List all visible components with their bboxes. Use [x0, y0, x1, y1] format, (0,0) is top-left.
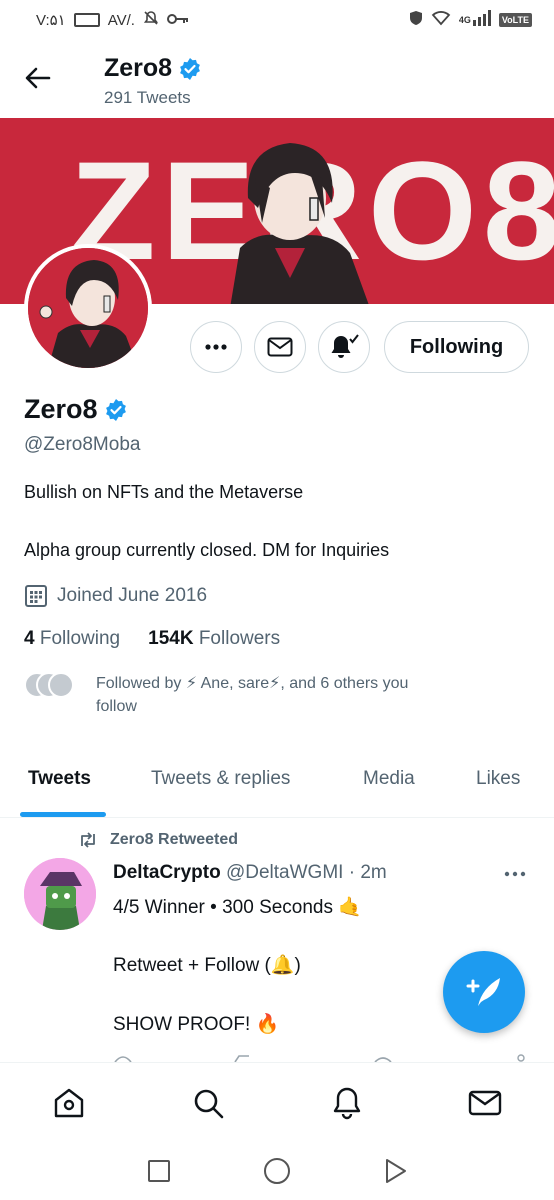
nav-home[interactable] [51, 1085, 87, 1121]
followers-label: Followers [198, 628, 281, 649]
tab-likes[interactable]: Likes [476, 768, 520, 790]
header-title: Zero8 [104, 54, 202, 83]
tab-tweets[interactable]: Tweets [28, 768, 91, 790]
tweet-actions-row [114, 1054, 525, 1062]
retweet-context: Zero8 Retweeted [78, 831, 238, 849]
tweet-count: 291 Tweets [104, 88, 191, 107]
followed-by-avatars [24, 672, 78, 702]
back-system-button[interactable] [380, 1156, 410, 1186]
envelope-icon [267, 337, 293, 357]
arrow-left-icon [25, 67, 51, 89]
home-system-button[interactable] [262, 1156, 292, 1186]
bell-icon [333, 1087, 361, 1120]
joined-date: Joined June 2016 [57, 585, 208, 606]
network-type: 4G [458, 15, 471, 25]
follow-stats: 4 Following 154K Followers [24, 628, 280, 650]
tweet-header: DeltaCrypto @DeltaWGMI · 2m [113, 862, 387, 884]
more-options-button[interactable] [190, 321, 242, 373]
more-horizontal-icon [504, 871, 526, 877]
followed-by-line2: follow [96, 698, 137, 715]
tweet-author-name[interactable]: DeltaCrypto [113, 862, 221, 883]
profile-bio-line2: Alpha group currently closed. DM for Inq… [24, 540, 390, 560]
status-time: V:۵۱ [36, 12, 66, 29]
mute-icon [143, 10, 159, 30]
tweet-more-button[interactable] [500, 862, 530, 886]
search-icon [194, 1089, 224, 1119]
envelope-icon [468, 1090, 502, 1116]
followed-by-row[interactable]: Followed by ⚡ Ane, sare⚡, and 6 others y… [24, 672, 524, 718]
followers-count: 154K [148, 628, 194, 649]
profile-bio-line1: Bullish on NFTs and the Metaverse [24, 482, 304, 502]
joined-date-row: Joined June 2016 [24, 584, 207, 608]
banner-character-illustration [230, 143, 369, 304]
calendar-icon [25, 585, 47, 607]
message-button[interactable] [254, 321, 306, 373]
profile-name-row: Zero8 [24, 394, 128, 425]
compose-tweet-button[interactable] [443, 951, 525, 1033]
profile-name: Zero8 [24, 394, 98, 424]
tweet-time: · 2m [348, 862, 387, 883]
triangle-back-icon [386, 1159, 406, 1183]
followed-by-text: Followed by ⚡ Ane, sare⚡, and 6 others y… [96, 672, 408, 718]
active-tab-indicator [20, 812, 106, 817]
tweet-text-line3: SHOW PROOF! 🔥 [113, 1014, 280, 1035]
following-count: 4 [24, 628, 35, 649]
feather-plus-icon [466, 978, 500, 1006]
verified-badge-icon [180, 57, 200, 80]
bell-check-icon [331, 334, 359, 358]
bottom-navigation [0, 1062, 554, 1142]
profile-handle: @Zero8Moba [24, 434, 141, 455]
tweet-author-avatar[interactable] [24, 858, 96, 930]
more-horizontal-icon [205, 344, 227, 350]
shield-icon [409, 10, 423, 30]
tweet-author-handle: @DeltaWGMI [225, 862, 344, 883]
square-icon [148, 1160, 170, 1182]
status-bar: V:۵۱ AV/. 4G VoLTE [0, 0, 554, 40]
avatar-image [28, 248, 148, 368]
tab-tweets-replies[interactable]: Tweets & replies [151, 768, 290, 790]
followed-by-line1: Followed by ⚡ Ane, sare⚡, and 6 others y… [96, 675, 409, 692]
key-icon [166, 12, 189, 29]
back-button[interactable] [20, 60, 56, 96]
signal-icon [472, 10, 491, 30]
nav-search[interactable] [190, 1085, 226, 1121]
system-navigation-bar [0, 1142, 554, 1200]
wifi-icon [431, 10, 451, 30]
profile-tabs: Tweets Tweets & replies Media Likes [0, 752, 554, 818]
following-button[interactable]: Following [384, 321, 529, 373]
retweet-icon [81, 832, 95, 848]
profile-header: Zero8 291 Tweets [0, 44, 554, 118]
tab-media[interactable]: Media [363, 768, 415, 790]
follower-avatar [48, 672, 74, 698]
verified-badge-icon [105, 398, 126, 421]
home-icon [54, 1088, 84, 1118]
nav-messages[interactable] [467, 1085, 503, 1121]
header-name: Zero8 [104, 54, 173, 82]
following-count-link[interactable]: 4 Following [24, 628, 120, 650]
recents-button[interactable] [144, 1156, 174, 1186]
screen-record-icon [73, 13, 100, 27]
network-speed: AV/. [107, 11, 135, 29]
followers-count-link[interactable]: 154K Followers [148, 628, 280, 650]
notifications-button[interactable] [318, 321, 370, 373]
retweeted-by: Zero8 Retweeted [110, 831, 239, 848]
profile-avatar[interactable] [24, 244, 152, 372]
nav-notifications[interactable] [329, 1085, 365, 1121]
tweet-text-line2: Retweet + Follow (🔔) [113, 955, 301, 976]
following-label: Following [39, 628, 121, 649]
tweet-text-line1: 4/5 Winner • 300 Seconds 🤙 [113, 897, 362, 918]
circle-icon [264, 1158, 290, 1184]
volte-badge: VoLTE [498, 13, 532, 27]
